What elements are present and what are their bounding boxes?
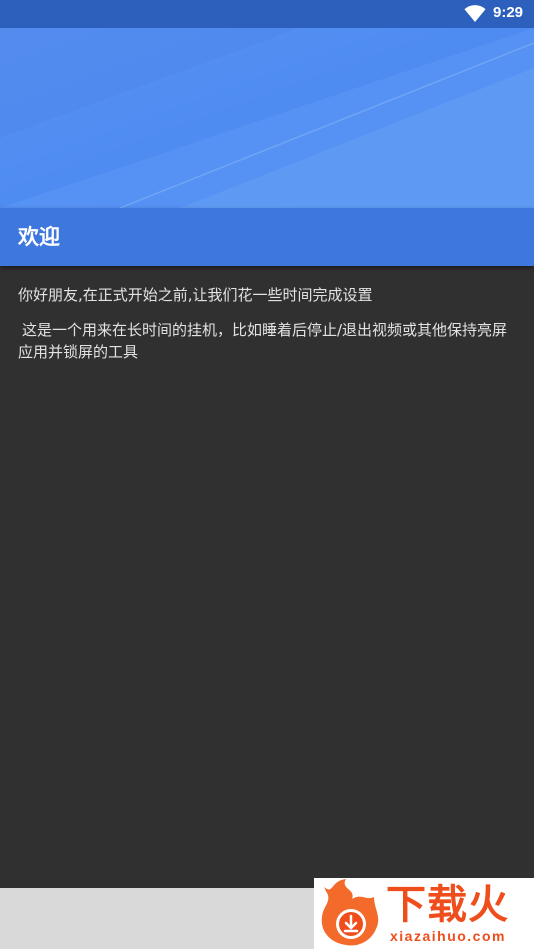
watermark-logo: 下载火 xiazaihuo.com (314, 878, 534, 949)
status-bar: 9:29 (0, 0, 534, 28)
flame-download-icon (321, 879, 379, 946)
description-text: 这是一个用来在长时间的挂机，比如睡着后停止/退出视频或其他保持亮屏应用并锁屏的工… (18, 321, 508, 361)
greeting-text: 你好朋友,在正式开始之前,让我们花一些时间完成设置 (18, 286, 373, 304)
watermark-brand: 下载火 (386, 882, 509, 928)
page-title: 欢迎 (18, 225, 60, 249)
wifi-icon (464, 5, 486, 23)
watermark-url: xiazaihuo.com (390, 928, 506, 944)
header-background-art (0, 28, 534, 208)
status-time: 9:29 (493, 4, 524, 21)
welcome-content: 你好朋友,在正式开始之前,让我们花一些时间完成设置 这是一个用来在长时间的挂机，… (18, 284, 518, 363)
title-bar: 欢迎 (0, 208, 534, 266)
